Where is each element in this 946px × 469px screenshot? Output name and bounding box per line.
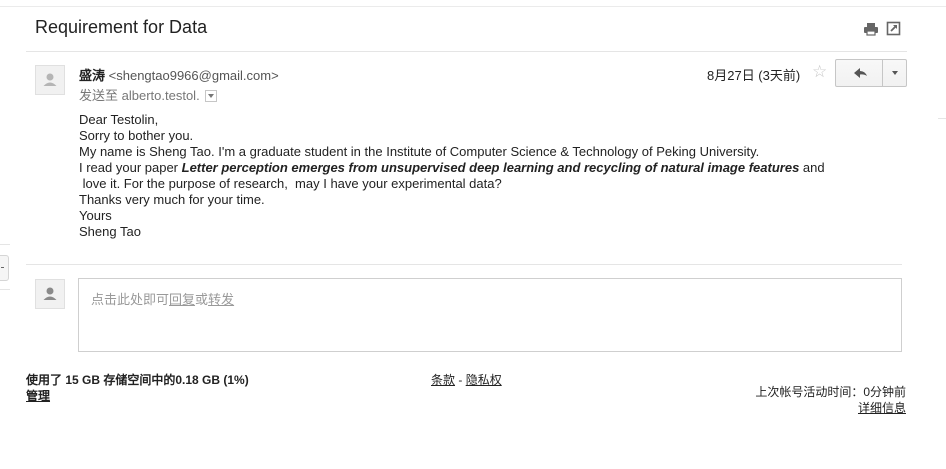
left-edge-divider [0, 289, 10, 290]
sender-line: 盛涛 <shengtao9966@gmail.com> [79, 65, 279, 84]
forward-link[interactable]: 转发 [208, 292, 234, 307]
reply-link[interactable]: 回复 [169, 292, 195, 307]
email-subject: Requirement for Data [35, 17, 208, 37]
body-text-fragment: I read your paper [79, 160, 182, 175]
terms-link[interactable]: 条款 [431, 373, 455, 387]
side-panel-toggle[interactable] [0, 255, 9, 281]
person-icon [43, 287, 57, 300]
reply-prompt[interactable]: 点击此处即可回复或转发 [91, 289, 234, 308]
message-body: Dear Testolin, Sorry to bother you. My n… [79, 112, 825, 240]
person-icon [43, 73, 57, 86]
sender-avatar [35, 65, 65, 95]
body-line: love it. For the purpose of research, ma… [79, 176, 502, 191]
manage-link[interactable]: 管理 [26, 388, 249, 404]
new-window-icon[interactable] [886, 21, 902, 37]
right-edge-divider [938, 118, 946, 119]
reply-prompt-prefix: 点击此处即可 [91, 292, 170, 307]
to-recipient: alberto.testol. [121, 88, 200, 103]
reply-icon [854, 68, 867, 78]
user-avatar [35, 279, 65, 309]
details-link[interactable]: 详细信息 [755, 400, 906, 416]
body-line: I read your paper Letter perception emer… [79, 160, 825, 176]
to-prefix: 发送至 [79, 88, 119, 103]
show-details-dropdown[interactable] [204, 89, 217, 102]
storage-info: 使用了 15 GB 存储空间中的0.18 GB (1%) 管理 [26, 372, 249, 404]
body-greeting: Dear Testolin, [79, 112, 159, 127]
footer-separator: - [455, 373, 466, 387]
body-closing: Yours [79, 208, 112, 223]
sender-name[interactable]: 盛涛 [79, 68, 105, 83]
header-divider [26, 51, 907, 52]
message-date: 8月27日 (3天前) [707, 68, 801, 83]
footer-links: 条款 - 隐私权 [431, 372, 502, 388]
top-divider [0, 6, 946, 7]
body-divider [26, 264, 902, 265]
reply-button[interactable] [835, 59, 883, 87]
body-signature: Sheng Tao [79, 224, 141, 239]
recipient-line: 发送至 alberto.testol. [79, 85, 217, 104]
reply-prompt-or: 或 [195, 292, 209, 307]
body-line: Sorry to bother you. [79, 128, 194, 143]
more-options-button[interactable] [882, 59, 907, 87]
body-line: My name is Sheng Tao. I'm a graduate stu… [79, 144, 760, 159]
star-icon[interactable]: ☆ [812, 63, 827, 80]
body-line: Thanks very much for your time. [79, 192, 265, 207]
privacy-link[interactable]: 隐私权 [466, 373, 502, 387]
print-icon[interactable] [863, 21, 879, 37]
account-activity: 上次帐号活动时间：0分钟前 详细信息 [755, 384, 906, 416]
storage-usage: 使用了 15 GB 存储空间中的0.18 GB (1%) [26, 373, 249, 387]
body-text-fragment: and [799, 160, 825, 175]
left-edge-divider [0, 244, 10, 245]
last-activity: 上次帐号活动时间：0分钟前 [755, 385, 906, 399]
paper-title: Letter perception emerges from unsupervi… [181, 160, 800, 175]
sender-email: <shengtao9966@gmail.com> [108, 68, 279, 83]
